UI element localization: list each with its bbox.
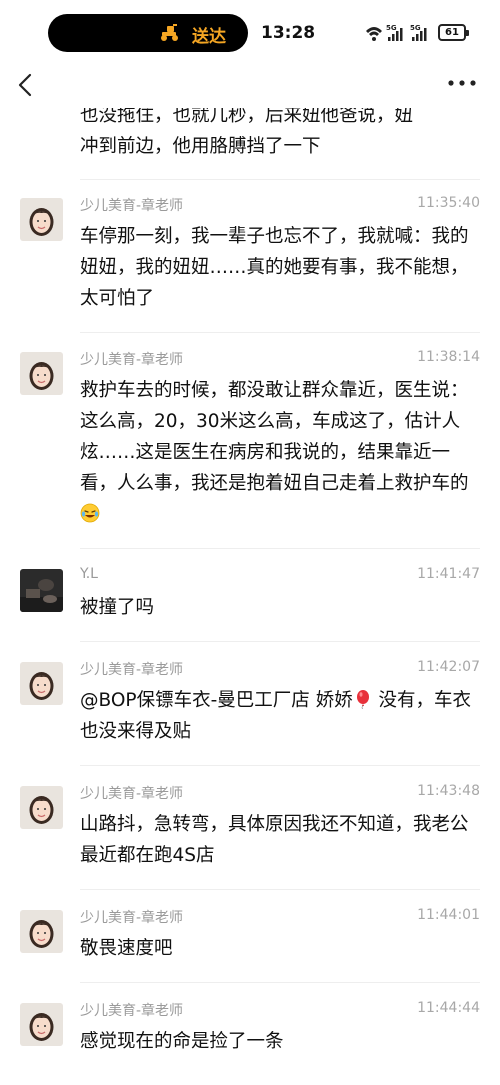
chevron-left-icon[interactable] — [12, 70, 42, 100]
more-dots-icon[interactable] — [444, 68, 480, 98]
battery-icon: 61 — [438, 24, 469, 41]
message-time: 11:38:14 — [417, 349, 480, 365]
message-text: 感觉现在的命是捡了一条 — [80, 1031, 284, 1052]
divider — [80, 982, 480, 983]
sender-name[interactable]: 少儿美育-章老师 — [80, 659, 183, 679]
message-text: 山路抖，急转弯，具体原因我还不知道，我老公最近都在跑4S店 — [80, 814, 469, 866]
message-time: 11:42:07 — [417, 659, 480, 675]
message-text: @BOP保镖车衣-曼巴工厂店 娇娇 没有，车衣也没来得及贴 — [80, 685, 485, 747]
sender-name[interactable]: 少儿美育-章老师 — [80, 195, 183, 215]
delivery-notification-pill[interactable]: 送达 — [48, 14, 248, 52]
divider — [80, 765, 480, 766]
avatar[interactable] — [20, 910, 63, 953]
divider — [80, 179, 480, 180]
message-time: 11:41:47 — [417, 566, 480, 582]
sender-name[interactable]: 少儿美育-章老师 — [80, 783, 183, 803]
message-text: 救护车去的时候，都没敢让群众靠近，医生说：这么高，20，30米这么高，车成这了，… — [80, 375, 485, 530]
message-time: 11:43:48 — [417, 783, 480, 799]
avatar[interactable] — [20, 198, 63, 241]
scooter-icon — [161, 24, 178, 41]
message-text: 被撞了吗 — [80, 597, 155, 618]
avatar[interactable] — [20, 662, 63, 705]
avatar[interactable] — [20, 1003, 63, 1046]
message-text: 敬畏速度吧 — [80, 938, 173, 959]
network-type-1: 5G — [386, 24, 397, 32]
wifi-icon — [366, 27, 382, 41]
continued-line-2: 冲到前边，他用胳膊挡了一下 — [80, 136, 321, 157]
sender-name[interactable]: Y.L — [80, 566, 98, 582]
divider — [80, 641, 480, 642]
red-balloon-emoji — [356, 690, 369, 709]
avatar[interactable] — [20, 786, 63, 829]
sender-name[interactable]: 少儿美育-章老师 — [80, 907, 183, 927]
network-type-2: 5G — [410, 24, 421, 32]
sender-name[interactable]: 少儿美育-章老师 — [80, 349, 183, 369]
avatar[interactable] — [20, 352, 63, 395]
message-list[interactable]: 也没拖住，也就几秒，后来妞他爸说，妞 冲到前边，他用胳膊挡了一下 少儿美育-章老… — [0, 100, 500, 1085]
sender-name[interactable]: 少儿美育-章老师 — [80, 1000, 183, 1020]
divider — [80, 548, 480, 549]
delivery-status-label: 送达 — [192, 27, 226, 47]
chat-header — [0, 66, 500, 108]
divider — [80, 332, 480, 333]
divider — [80, 889, 480, 890]
continued-message-text: 也没拖住，也就几秒，后来妞他爸说，妞 冲到前边，他用胳膊挡了一下 — [80, 100, 485, 162]
avatar[interactable] — [20, 569, 63, 612]
laughing-crying-emoji — [80, 503, 100, 523]
message-time: 11:35:40 — [417, 195, 480, 211]
message-time: 11:44:01 — [417, 907, 480, 923]
clock: 13:28 — [261, 23, 316, 43]
message-text: 车停那一刻，我一辈子也忘不了，我就喊：我的妞妞，我的妞妞……真的她要有事，我不能… — [80, 226, 469, 309]
message-time: 11:44:44 — [417, 1000, 480, 1016]
mention-text[interactable]: @BOP保镖车衣-曼巴工厂店 娇娇 — [80, 690, 353, 711]
status-bar: 送达 13:28 5G 5G 61 — [0, 0, 500, 66]
message-text-content: 救护车去的时候，都没敢让群众靠近，医生说：这么高，20，30米这么高，车成这了，… — [80, 380, 469, 494]
